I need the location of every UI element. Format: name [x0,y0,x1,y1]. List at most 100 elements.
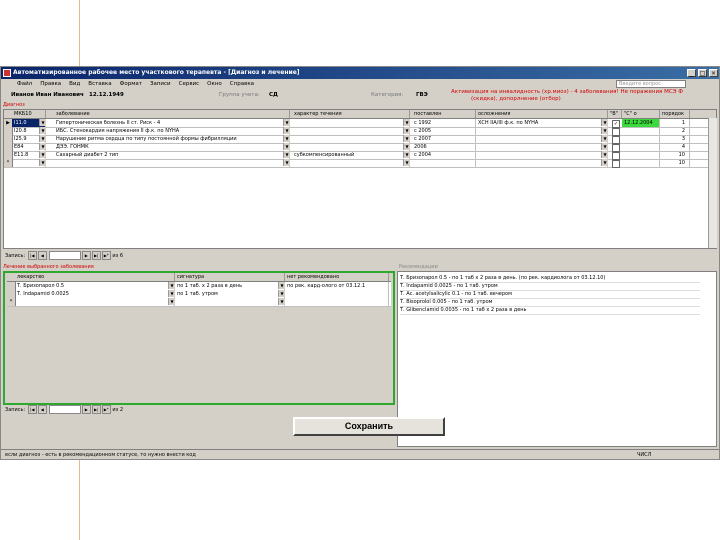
cell-c[interactable] [622,143,660,151]
checkbox-b[interactable] [612,160,620,168]
new-record-button[interactable]: ▶* [101,251,111,260]
cell-complication[interactable]: ХСН IIA/III ф.к. по NYHA [476,119,608,127]
dropdown-arrow-icon[interactable]: ▼ [601,151,608,158]
cell-c[interactable] [622,159,660,167]
dropdown-arrow-icon[interactable]: ▼ [403,159,410,166]
cell-course[interactable]: субкомпенсированный [292,151,410,159]
cell-drug[interactable]: Т. Indapamid 0.0025 [15,290,175,298]
cell-date[interactable]: 2006 [412,143,476,151]
dropdown-arrow-icon[interactable]: ▼ [283,127,290,134]
menu-item[interactable]: Справка [226,79,258,89]
dropdown-arrow-icon[interactable]: ▼ [168,282,175,289]
dropdown-arrow-icon[interactable]: ▼ [601,143,608,150]
dropdown-arrow-icon[interactable]: ▼ [283,159,290,166]
cell-complication[interactable] [476,127,608,135]
dropdown-arrow-icon[interactable]: ▼ [168,298,175,305]
dropdown-arrow-icon[interactable]: ▼ [39,135,46,142]
rx-first-button[interactable]: |◀ [27,405,37,414]
dropdown-arrow-icon[interactable]: ▼ [601,135,608,142]
record-number-input[interactable] [48,251,81,260]
cell-course[interactable] [292,159,410,167]
close-button[interactable]: × [709,69,718,77]
dropdown-arrow-icon[interactable]: ▼ [283,119,290,126]
cell-disease[interactable]: Гипертоническая болезнь II ст. Риск - 4 [54,119,290,127]
cell-order[interactable]: 3 [660,135,690,143]
dropdown-arrow-icon[interactable]: ▼ [403,135,410,142]
dropdown-arrow-icon[interactable]: ▼ [39,151,46,158]
next-record-button[interactable]: ▶ [81,251,91,260]
minimize-button[interactable]: _ [687,69,696,77]
cell-disease[interactable]: ИБС. Стенокардия напряжения II ф.к. по N… [54,127,290,135]
menu-item[interactable]: Окно [203,79,226,89]
cell-complication[interactable] [476,135,608,143]
cell-course[interactable] [292,143,410,151]
cell-order[interactable]: 2 [660,127,690,135]
diagnoses-scrollbar[interactable] [708,118,717,248]
menu-item[interactable]: Записи [146,79,175,89]
cell-c[interactable] [622,151,660,159]
cell-order[interactable]: 10 [660,151,690,159]
cell-signature[interactable] [175,298,285,306]
dropdown-arrow-icon[interactable]: ▼ [283,135,290,142]
last-record-button[interactable]: ▶| [91,251,101,260]
cell-c[interactable] [622,135,660,143]
cell-disease[interactable]: Сахарный диабет 2 тип [54,151,290,159]
cell-date[interactable] [412,159,476,167]
menu-item[interactable]: Вставка [84,79,115,89]
rx-next-button[interactable]: ▶ [81,405,91,414]
dropdown-arrow-icon[interactable]: ▼ [403,127,410,134]
cell-c[interactable] [622,127,660,135]
save-button[interactable]: Сохранить [293,417,445,436]
dropdown-arrow-icon[interactable]: ▼ [168,290,175,297]
first-record-button[interactable]: |◀ [27,251,37,260]
menu-item[interactable]: Файл [13,79,36,89]
maximize-button[interactable]: □ [698,69,707,77]
rx-new-button[interactable]: ▶* [101,405,111,414]
dropdown-arrow-icon[interactable]: ▼ [278,290,285,297]
cell-signature[interactable]: по 1 таб. x 2 раза в день [175,282,285,290]
cell-order[interactable]: 4 [660,143,690,151]
cell-note[interactable]: по рек. кард-олого от 03.12.1 [285,282,389,290]
cell-signature[interactable]: по 1 таб. утром [175,290,285,298]
cell-note[interactable] [285,298,389,306]
dropdown-arrow-icon[interactable]: ▼ [278,298,285,305]
dropdown-arrow-icon[interactable]: ▼ [601,127,608,134]
dropdown-arrow-icon[interactable]: ▼ [39,127,46,134]
cell-complication[interactable] [476,159,608,167]
cell-course[interactable] [292,135,410,143]
dropdown-arrow-icon[interactable]: ▼ [403,143,410,150]
prev-record-button[interactable]: ◀ [37,251,47,260]
rx-prev-button[interactable]: ◀ [37,405,47,414]
cell-date[interactable]: с 2005 [412,127,476,135]
dropdown-arrow-icon[interactable]: ▼ [39,143,46,150]
cell-date[interactable]: с 1992 [412,119,476,127]
cell-disease[interactable]: ДЭЭ. ГОНМК [54,143,290,151]
dropdown-arrow-icon[interactable]: ▼ [403,119,410,126]
cell-complication[interactable] [476,143,608,151]
dropdown-arrow-icon[interactable]: ▼ [601,119,608,126]
dropdown-arrow-icon[interactable]: ▼ [601,159,608,166]
menu-item[interactable]: Правка [36,79,65,89]
cell-complication[interactable] [476,151,608,159]
menu-item[interactable]: Сервис [175,79,204,89]
prescription-row[interactable]: * ▼ ▼ [7,298,391,307]
dropdown-arrow-icon[interactable]: ▼ [283,143,290,150]
cell-order[interactable]: 10 [660,159,690,167]
cell-course[interactable] [292,119,410,127]
diagnosis-row[interactable]: * ▼ ▼ ▼ ▼ 10 [4,159,716,168]
cell-drug[interactable] [15,298,175,306]
cell-date[interactable]: с 2007 [412,135,476,143]
rx-record-input[interactable] [48,405,81,414]
menu-item[interactable]: Формат [116,79,146,89]
cell-order[interactable]: 1 [660,119,690,127]
cell-drug[interactable]: Т. Бризопарол 0.5 [15,282,175,290]
cell-date[interactable]: с 2004 [412,151,476,159]
menu-item[interactable]: Вид [65,79,84,89]
dropdown-arrow-icon[interactable]: ▼ [278,282,285,289]
dropdown-arrow-icon[interactable]: ▼ [39,159,46,166]
rx-last-button[interactable]: ▶| [91,405,101,414]
cell-note[interactable] [285,290,389,298]
dropdown-arrow-icon[interactable]: ▼ [403,151,410,158]
cell-course[interactable] [292,127,410,135]
dropdown-arrow-icon[interactable]: ▼ [283,151,290,158]
